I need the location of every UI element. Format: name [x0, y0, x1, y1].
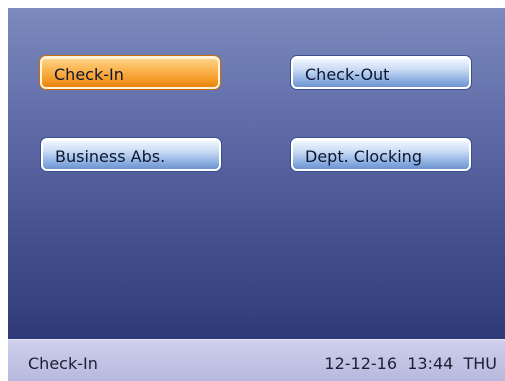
- date-text: 12-12-16: [324, 354, 398, 373]
- main-screen: Check-In Check-Out Business Abs. Dept. C…: [8, 8, 505, 339]
- status-bar: Check-In 12-12-16 13:44 THU: [8, 339, 505, 381]
- time-text: 13:44: [407, 354, 454, 373]
- check-out-button[interactable]: Check-Out: [291, 56, 471, 89]
- business-absence-button[interactable]: Business Abs.: [41, 138, 221, 171]
- check-in-button[interactable]: Check-In: [40, 56, 220, 89]
- current-mode-label: Check-In: [28, 354, 98, 373]
- attendance-terminal: Check-In Check-Out Business Abs. Dept. C…: [8, 8, 505, 381]
- day-text: THU: [463, 354, 497, 373]
- dept-clocking-button[interactable]: Dept. Clocking: [291, 138, 471, 171]
- datetime-display: 12-12-16 13:44 THU: [324, 354, 497, 373]
